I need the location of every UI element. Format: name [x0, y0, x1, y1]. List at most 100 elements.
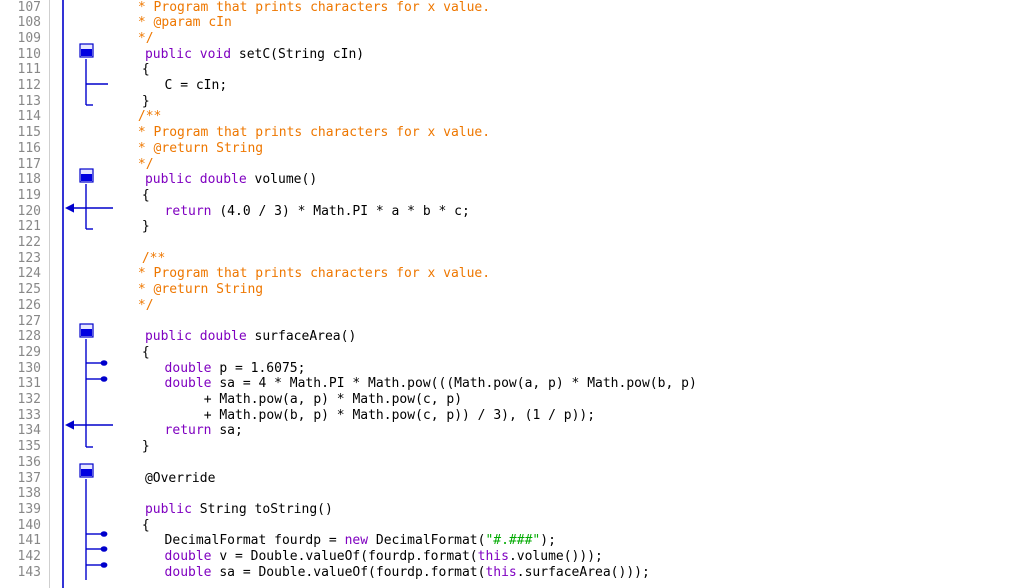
code-line[interactable]: double v = Double.valueOf(fourdp.format(…: [165, 549, 603, 565]
line-number: 126: [17, 297, 41, 313]
code-line[interactable]: return (4.0 / 3) * Math.PI * a * b * c;: [165, 204, 470, 220]
line-number: 137: [17, 470, 41, 486]
line-number: 122: [17, 235, 41, 250]
code-line[interactable]: * @param cIn: [138, 15, 232, 31]
line-number: 118: [17, 172, 41, 188]
code-line[interactable]: }: [142, 94, 150, 110]
code-token-plain: {: [141, 187, 150, 203]
code-line[interactable]: }: [142, 439, 150, 455]
code-line[interactable]: * Program that prints characters for x v…: [138, 125, 490, 141]
code-line[interactable]: double sa = Double.valueOf(fourdp.format…: [165, 565, 650, 581]
code-line[interactable]: * @return String: [138, 141, 263, 157]
line-number-gutter[interactable]: 107 108 109 110 111 112 113 114 115 116 117 118 119 1…: [0, 0, 50, 588]
code-token-cmt: * Program that prints characters for x v…: [137, 125, 491, 141]
code-token-plain: }: [141, 93, 150, 109]
line-number: 130: [17, 360, 41, 376]
line-number: 112: [17, 78, 41, 93]
code-token-kw: return: [164, 203, 212, 219]
code-token-kw: public double: [144, 172, 247, 188]
code-line[interactable]: + Math.pow(a, p) * Math.pow(c, p): [204, 392, 462, 408]
line-number: 110: [17, 46, 41, 62]
code-line[interactable]: DecimalFormat fourdp = new DecimalFormat…: [165, 533, 556, 549]
line-number: 136: [17, 454, 41, 470]
code-token-kw: new: [344, 533, 369, 549]
line-number: 132: [17, 392, 41, 407]
code-line[interactable]: @Override: [145, 471, 215, 487]
code-token-cmt: * Program that prints characters for x v…: [137, 0, 491, 15]
code-token-plain: volume(): [246, 172, 318, 188]
code-line[interactable]: public double volume(): [145, 172, 317, 188]
line-number: 128: [17, 329, 41, 345]
code-line[interactable]: + Math.pow(b, p) * Math.pow(c, p)) / 3),…: [204, 408, 595, 424]
code-line[interactable]: */: [138, 298, 154, 314]
line-number: 133: [17, 407, 41, 423]
code-token-cmt: * @return String: [137, 282, 264, 298]
line-number: 138: [17, 486, 41, 502]
code-token-plain: {: [141, 344, 150, 360]
code-token-plain: {: [141, 62, 150, 78]
code-area[interactable]: * Program that prints characters for x v…: [50, 0, 1024, 588]
code-line[interactable]: {: [142, 188, 150, 204]
code-token-plain: sa = Double.valueOf(fourdp.format(: [211, 564, 486, 580]
code-line[interactable]: {: [142, 62, 150, 78]
line-number: 114: [17, 109, 41, 125]
line-number: 120: [17, 203, 41, 219]
code-line[interactable]: */: [138, 157, 154, 173]
code-token-plain: String toString(): [191, 501, 333, 517]
line-number: 111: [17, 62, 41, 78]
code-token-kw: public void: [144, 46, 232, 62]
code-line[interactable]: * Program that prints characters for x v…: [138, 266, 490, 282]
code-token-cmt: */: [137, 30, 154, 46]
code-line[interactable]: {: [142, 518, 150, 534]
code-token-str: "#.###": [485, 533, 541, 549]
line-number: 140: [17, 517, 41, 533]
line-number: 107: [17, 0, 41, 15]
code-line[interactable]: public void setC(String cIn): [145, 47, 364, 63]
line-number: 125: [17, 282, 41, 298]
line-number: 143: [17, 564, 41, 580]
line-number: 116: [17, 140, 41, 156]
code-line[interactable]: public String toString(): [145, 502, 333, 518]
code-token-plain: + Math.pow(b, p) * Math.pow(c, p)) / 3),…: [203, 407, 596, 423]
code-line[interactable]: return sa;: [165, 423, 243, 439]
code-editor[interactable]: 107 108 109 110 111 112 113 114 115 116 117 118 119 1…: [0, 0, 1024, 588]
code-token-cmt: /**: [137, 109, 162, 125]
line-number: 141: [17, 533, 41, 549]
code-token-plain: surfaceArea(): [246, 329, 357, 345]
line-number: 129: [17, 344, 41, 360]
code-line[interactable]: /**: [138, 109, 161, 125]
code-token-kw: double: [164, 376, 212, 392]
code-line[interactable]: C = cIn;: [165, 78, 228, 94]
line-number: 121: [17, 219, 41, 235]
code-token-plain: .surfaceArea()));: [516, 564, 650, 580]
code-token-plain: sa = 4 * Math.PI * Math.pow(((Math.pow(a…: [211, 376, 697, 392]
code-line[interactable]: /**: [142, 251, 165, 267]
code-line[interactable]: public double surfaceArea(): [145, 329, 356, 345]
code-line[interactable]: double p = 1.6075;: [165, 361, 306, 377]
line-number: 124: [17, 266, 41, 282]
code-token-cmt: * @param cIn: [137, 15, 232, 31]
code-token-plain: }: [141, 219, 150, 235]
line-number: 117: [17, 156, 41, 172]
code-token-plain: .volume()));: [508, 549, 603, 564]
code-token-plain: p = 1.6075;: [211, 360, 306, 376]
line-number: 135: [17, 439, 41, 455]
line-number: 115: [17, 125, 41, 141]
line-number: 131: [17, 376, 41, 392]
code-token-kw: return: [164, 423, 212, 439]
code-token-plain: (4.0 / 3) * Math.PI * a * b * c;: [211, 203, 470, 219]
line-number: 113: [17, 93, 41, 109]
code-line[interactable]: */: [138, 31, 154, 47]
code-line[interactable]: {: [142, 345, 150, 361]
code-line[interactable]: double sa = 4 * Math.PI * Math.pow(((Mat…: [165, 376, 697, 392]
code-token-kw: this: [485, 564, 517, 580]
line-number: 142: [17, 549, 41, 564]
line-number: 109: [17, 30, 41, 46]
code-line[interactable]: * @return String: [138, 282, 263, 298]
code-token-cmt: /**: [141, 250, 166, 266]
line-number: 123: [17, 250, 41, 266]
code-line[interactable]: * Program that prints characters for x v…: [138, 0, 490, 15]
code-token-plain: v = Double.valueOf(fourdp.format(: [211, 549, 478, 564]
line-number: 127: [17, 313, 41, 329]
code-line[interactable]: }: [142, 219, 150, 235]
